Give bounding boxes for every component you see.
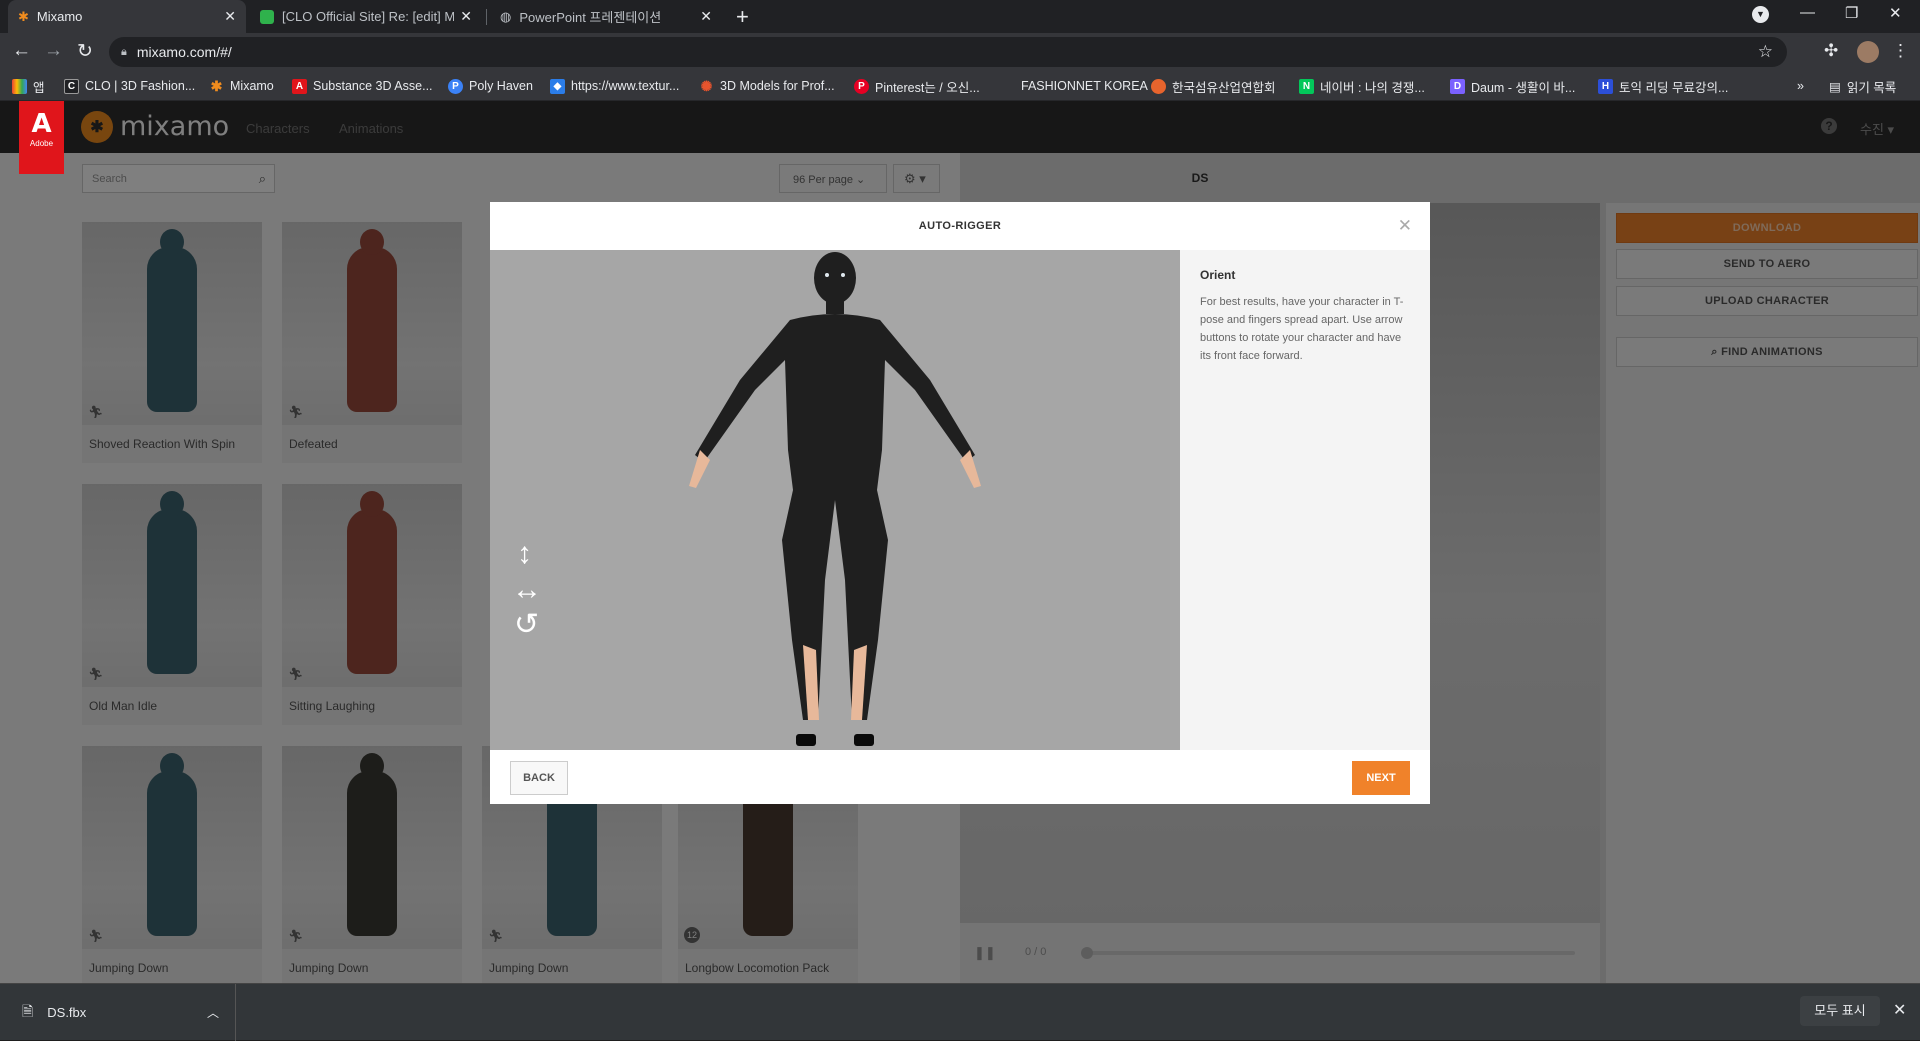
character-shoes xyxy=(796,734,874,746)
character-model xyxy=(689,252,981,746)
download-file-name: DS.fbx xyxy=(47,1005,87,1020)
tab-powerpoint[interactable]: ◍ PowerPoint 프레젠테이션 ✕ xyxy=(490,0,722,33)
dialog-title: AUTO-RIGGER xyxy=(918,220,1002,232)
daum-icon: D xyxy=(1450,78,1465,94)
browser-tab-bar: ✱ Mixamo ✕ [CLO Official Site] Re: [edit… xyxy=(0,0,1920,33)
bookmark-fashionnet[interactable]: FASHIONNET KOREA xyxy=(1021,71,1148,101)
vertical-arrows-icon[interactable]: ↕ xyxy=(517,539,532,569)
restore-icon[interactable]: ❐ xyxy=(1845,4,1858,22)
instructions-heading: Orient xyxy=(1200,268,1236,282)
bookmark-toeic[interactable]: H 토익 리딩 무료강의... xyxy=(1598,71,1728,101)
bookmark-label: Mixamo xyxy=(230,79,274,93)
bookmark-apps[interactable]: 앱 xyxy=(12,71,45,101)
character-body xyxy=(695,252,975,720)
forward-arrow-icon[interactable]: → xyxy=(44,40,63,62)
h-icon: H xyxy=(1598,78,1613,94)
polyhaven-icon: P xyxy=(448,78,463,94)
browser-toolbar: ← → ↻ 🔒︎ mixamo.com/#/ ☆ ✣ ⋮ xyxy=(0,33,1920,71)
bookmark-label: 토익 리딩 무료강의... xyxy=(1619,80,1729,95)
mixamo-app: ✱ mixamo Characters Animations ? 수진 ▾ AA… xyxy=(0,101,1920,983)
bookmark-clo[interactable]: C CLO | 3D Fashion... xyxy=(64,71,195,101)
bookmark-label: https://www.textur... xyxy=(571,79,680,93)
profile-avatar[interactable] xyxy=(1857,41,1879,63)
adobe-a-icon: A xyxy=(31,109,52,139)
bookmark-label: Poly Haven xyxy=(469,79,533,93)
bookmark-label: 한국섬유산업연합회 xyxy=(1172,80,1276,95)
clo-favicon-icon xyxy=(260,9,274,24)
kofoti-icon xyxy=(1151,78,1166,94)
reading-list[interactable]: ▤ 읽기 목록 xyxy=(1829,71,1896,101)
reading-list-icon: ▤ xyxy=(1829,79,1841,94)
bookmark-pinterest[interactable]: P Pinterest는 / 오신... xyxy=(854,71,980,101)
bookmark-textures[interactable]: ◆ https://www.textur... xyxy=(550,71,679,101)
tab-title: [CLO Official Site] Re: [edit] Mix xyxy=(282,9,455,24)
bookmark-daum[interactable]: D Daum - 생활이 바... xyxy=(1450,71,1575,101)
mixamo-favicon-icon: ✱ xyxy=(18,8,29,24)
reading-list-label: 읽기 목록 xyxy=(1846,80,1897,95)
minimize-icon[interactable]: — xyxy=(1800,4,1815,21)
horizontal-arrows-icon[interactable]: ↔ xyxy=(512,575,542,605)
tab-mixamo[interactable]: ✱ Mixamo ✕ xyxy=(8,0,246,33)
bookmarks-bar: 앱 C CLO | 3D Fashion... ✱ Mixamo A Substanc… xyxy=(0,71,1920,101)
bookmarks-more[interactable]: » xyxy=(1797,71,1804,101)
close-tab-icon[interactable]: ✕ xyxy=(700,8,712,25)
show-all-button[interactable]: 모두 표시 xyxy=(1800,996,1880,1026)
back-arrow-icon[interactable]: ← xyxy=(12,40,31,62)
bookmark-mixamo[interactable]: ✱ Mixamo xyxy=(209,71,274,101)
download-item[interactable]: 🗎 DS.fbx ︿ xyxy=(0,984,236,1041)
rotate-icon[interactable]: ↺ xyxy=(514,610,539,640)
chevron-up-icon[interactable]: ︿ xyxy=(207,1004,219,1021)
bookmark-naver[interactable]: N 네이버 : 나의 경쟁... xyxy=(1299,71,1425,101)
close-tab-icon[interactable]: ✕ xyxy=(224,8,236,25)
pinterest-icon: P xyxy=(854,78,869,94)
turbosquid-icon: ✺ xyxy=(700,77,713,94)
lock-icon: 🔒︎ xyxy=(121,45,127,58)
bookmark-label: FASHIONNET KOREA xyxy=(1021,79,1148,93)
bookmark-star-icon[interactable]: ☆ xyxy=(1758,42,1773,62)
menu-icon[interactable]: ⋮ xyxy=(1892,41,1909,61)
bookmark-label: 앱 xyxy=(33,80,45,95)
cube-icon: ◆ xyxy=(550,78,565,94)
file-icon: 🗎 xyxy=(22,1002,34,1019)
tab-separator xyxy=(486,9,487,25)
bookmark-label: Pinterest는 / 오신... xyxy=(875,80,980,95)
reload-icon[interactable]: ↻ xyxy=(77,40,93,63)
bookmark-label: Substance 3D Asse... xyxy=(313,79,433,93)
url-text: mixamo.com/#/ xyxy=(136,44,232,60)
next-button[interactable]: NEXT xyxy=(1352,761,1410,795)
bookmark-substance[interactable]: A Substance 3D Asse... xyxy=(292,71,433,101)
extensions-icon[interactable]: ✣ xyxy=(1824,41,1838,61)
bookmark-label: Daum - 생활이 바... xyxy=(1471,80,1576,95)
bookmark-label: CLO | 3D Fashion... xyxy=(85,79,196,93)
close-shelf-icon[interactable]: ✕ xyxy=(1893,1000,1906,1020)
back-button[interactable]: BACK xyxy=(510,761,568,795)
clo-icon: C xyxy=(64,78,79,94)
instructions-panel: Orient For best results, have your chara… xyxy=(1180,250,1430,750)
tab-title: Mixamo xyxy=(36,9,83,24)
close-tab-icon[interactable]: ✕ xyxy=(460,8,472,25)
adobe-icon: A xyxy=(292,78,307,94)
download-shelf: 🗎 DS.fbx ︿ 모두 표시 ✕ xyxy=(0,983,1920,1041)
new-tab-button[interactable]: + xyxy=(736,4,749,30)
adobe-logo[interactable]: A Adobe xyxy=(19,101,64,174)
close-window-icon[interactable]: ✕ xyxy=(1889,4,1902,22)
character-stage[interactable]: ↕ ↔ ↺ xyxy=(490,250,1180,750)
apps-icon xyxy=(12,78,27,94)
globe-icon: ◍ xyxy=(500,8,512,24)
address-bar[interactable]: 🔒︎ mixamo.com/#/ ☆ xyxy=(109,37,1787,67)
tab-clo[interactable]: [CLO Official Site] Re: [edit] Mix ✕ xyxy=(250,0,482,33)
auto-rigger-dialog: AUTO-RIGGER ✕ ↕ ↔ ↺ Orient For best resu… xyxy=(490,202,1430,804)
bookmark-label: 네이버 : 나의 경쟁... xyxy=(1320,80,1425,95)
close-icon[interactable]: ✕ xyxy=(1398,216,1412,236)
bookmark-kofoti[interactable]: 한국섬유산업연합회 xyxy=(1151,71,1276,101)
naver-icon: N xyxy=(1299,78,1314,94)
adobe-label: Adobe xyxy=(29,139,54,148)
bookmark-label: 3D Models for Prof... xyxy=(720,79,835,93)
tab-search-icon[interactable]: ▼ xyxy=(1752,6,1769,23)
tab-title: PowerPoint 프레젠테이션 xyxy=(519,10,662,25)
bookmark-turbosquid[interactable]: ✺ 3D Models for Prof... xyxy=(699,71,835,101)
mixamo-icon: ✱ xyxy=(210,77,223,94)
instructions-text: For best results, have your character in… xyxy=(1200,296,1404,362)
bookmark-polyhaven[interactable]: P Poly Haven xyxy=(448,71,533,101)
